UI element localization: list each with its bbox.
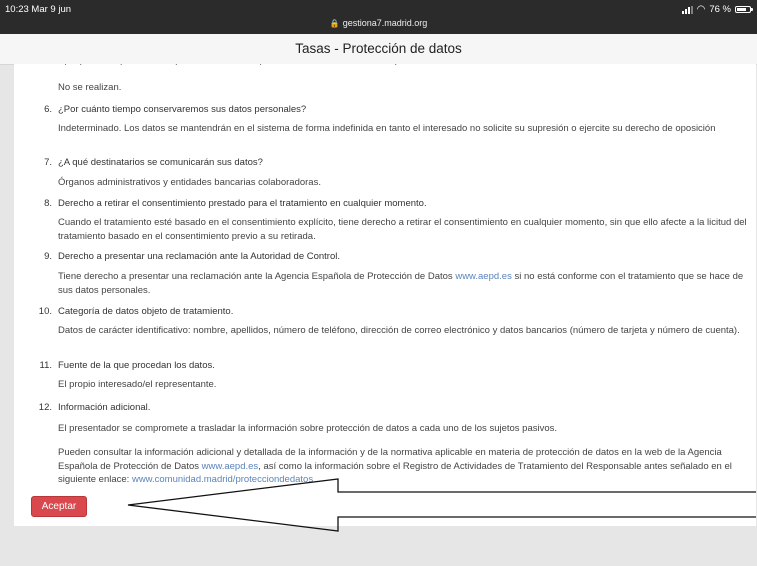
answer-text: El presentador se compromete a trasladar… [58,423,558,434]
answer-text: Tiene derecho a presentar una reclamació… [58,270,748,297]
status-bar: 10:23 Mar 9 jun 🔒 gestiona7.madrid.org ◠ … [0,0,757,34]
item-number: 9. [44,251,52,262]
answer-text: No se realizan. [58,82,122,93]
lock-icon: 🔒 [329,19,340,28]
question-text: Información adicional. [58,402,151,413]
item-number: 8. [44,198,52,209]
item-number: 7. [44,157,52,168]
cut-off-text: · · · · · · [64,64,399,70]
question-text: ¿A qué destinatarios se comunicarán sus … [58,157,263,168]
item-number: 11. [39,360,52,371]
url-text: gestiona7.madrid.org [342,18,428,28]
accept-button[interactable]: Aceptar [31,496,87,517]
answer-text: Cuando el tratamiento esté basado en el … [58,217,747,242]
question-text: Categoría de datos objeto de tratamiento… [58,306,234,317]
status-time: 10:23 Mar 9 jun [5,4,72,15]
battery-percent: 76 % [709,4,731,15]
answer-text: Datos de carácter identificativo: nombre… [58,325,740,336]
signal-icon [681,5,693,14]
address-bar[interactable]: 🔒 gestiona7.madrid.org [0,18,757,28]
answer-text: El propio interesado/el representante. [58,379,217,390]
content-panel: · · · · · · No se realizan. 6. ¿Por cuán… [14,64,756,526]
battery-icon [735,6,753,13]
answer-text-part: Tiene derecho a presentar una reclamació… [58,271,456,282]
item-number: 6. [44,104,52,115]
item-number: 10. [38,306,52,317]
status-indicators: ◠ 76 % [681,4,753,15]
question-text: Derecho a presentar una reclamación ante… [58,251,341,262]
answer-text: Pueden consultar la información adiciona… [58,446,748,487]
aepd-link[interactable]: www.aepd.es [455,271,512,282]
battery-level [737,8,747,11]
page-title: Tasas - Protección de datos [0,34,757,65]
question-text: ¿Por cuánto tiempo conservaremos sus dat… [58,104,307,115]
aepd-link[interactable]: www.aepd.es [202,461,259,472]
answer-text: Órganos administrativos y entidades banc… [58,177,321,188]
question-text: Fuente de la que procedan los datos. [58,360,215,371]
answer-text: Indeterminado. Los datos se mantendrán e… [58,123,716,134]
proteccion-datos-link[interactable]: www.comunidad.madrid/protecciondedatos [132,474,313,485]
wifi-icon: ◠ [696,4,706,15]
question-text: Derecho a retirar el consentimiento pres… [58,198,427,209]
item-number: 12. [38,402,52,413]
